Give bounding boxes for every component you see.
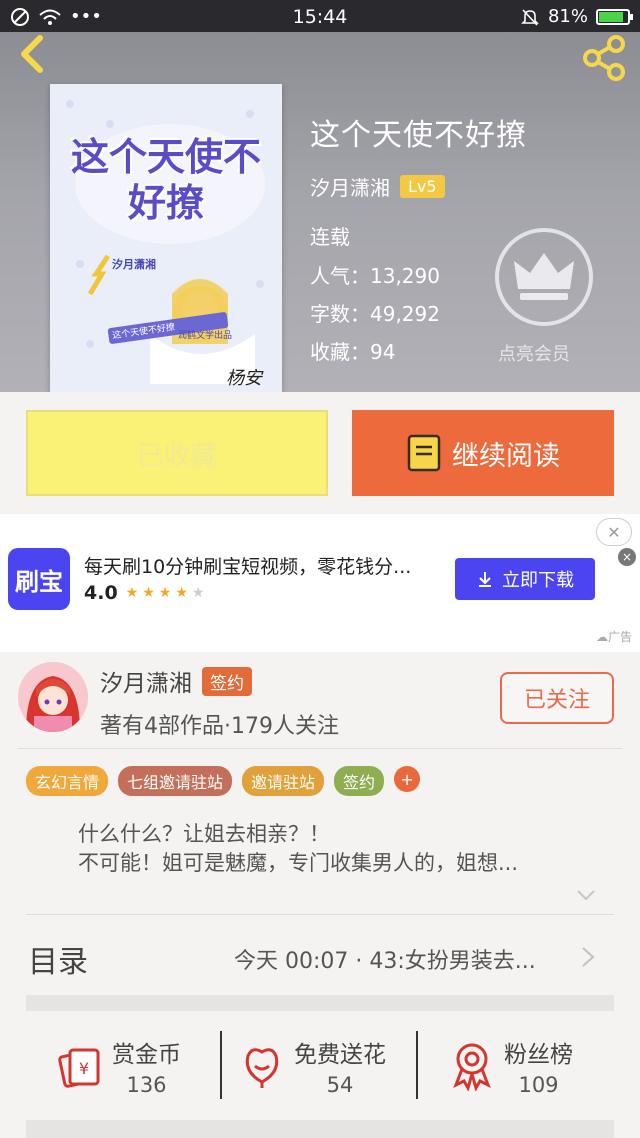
stats-row: ¥ 赏金币 136 免费送花 54 粉丝榜 109 [0,1011,640,1121]
level-badge: Lv5 [400,175,445,198]
back-icon[interactable] [14,34,54,74]
cover-publisher: 润鹤文学出品 [178,331,233,341]
svg-text:¥: ¥ [79,1059,89,1078]
cover-signature: 杨安 [226,368,262,389]
flower-icon [245,1048,279,1088]
stat-fans-label: 粉丝榜 [504,1042,573,1068]
ad-text[interactable]: 每天刷10分钟刷宝短视频，零花钱分... [84,552,444,579]
author-name-row: 汐月潇湘 签约 [100,664,252,698]
author-section: 汐月潇湘 签约 著有4部作品·179人关注 已关注 玄幻言情 七组邀请驻站 邀请… [0,652,640,912]
section-separator [26,1120,614,1138]
cover-author-tag: 汐月潇湘 [112,258,156,271]
tag-invite[interactable]: 邀请驻站 [242,766,325,796]
ad-dismiss-icon[interactable]: × [618,548,636,566]
coin-envelope-icon: ¥ [58,1048,100,1088]
divider [18,748,622,749]
avatar[interactable] [18,662,88,732]
stat-flowers-value: 54 [326,1073,354,1097]
book-title: 这个天使不好撩 [310,118,527,153]
popularity: 人气：13,290 [310,264,440,288]
toc-label: 目录 [28,945,88,980]
divider [416,1031,418,1099]
ad-banner[interactable]: ✕ 刷宝 每天刷10分钟刷宝短视频，零花钱分... 4.0 ★★★★★ 立即下载… [0,514,640,652]
author-name[interactable]: 汐月潇湘 [100,664,192,698]
close-icon: ✕ [607,522,621,542]
signed-badge: 签约 [202,666,252,696]
ad-rating: 4.0 ★★★★★ [84,582,208,604]
vip-label[interactable]: 点亮会员 [498,340,570,366]
divider [220,1031,222,1099]
mute-bell-icon [521,8,539,26]
author-works: 著有4部作品·179人关注 [100,714,339,739]
action-row: 已收藏 继续阅读 [0,392,640,514]
intro-line-1: 什么什么？让姐去相亲？！ [78,822,330,846]
crown-icon[interactable] [494,227,594,327]
favorited-button[interactable]: 已收藏 [26,410,328,496]
ad-download-button[interactable]: 立即下载 [455,558,595,600]
follow-button[interactable]: 已关注 [500,672,614,724]
tag-genre[interactable]: 玄幻言情 [26,766,109,796]
rating-stars: ★★★★★ [125,585,209,601]
ad-tag: ☁广告 [595,630,632,644]
book-intro[interactable]: 什么什么？让姐去相亲？！ 不可能！姐可是魅魔，专门收集男人的，姐想... [78,820,598,878]
stat-reward-label: 赏金币 [112,1042,181,1068]
intro-line-2: 不可能！姐可是魅魔，专门收集男人的，姐想... [78,851,519,875]
chevron-down-icon[interactable] [576,888,596,902]
continue-reading-label: 继续阅读 [452,440,560,472]
book-icon [407,434,441,472]
ad-download-label: 立即下载 [502,570,574,591]
book-cover[interactable]: 这个天使不好撩 汐月潇湘 这个天使不好撩 润鹤文学出品 杨安 [50,84,282,392]
battery-icon [596,8,633,25]
book-header: 这个天使不好撩 汐月潇湘 这个天使不好撩 润鹤文学出品 杨安 这个天使不好撩 汐… [0,32,640,392]
add-tag-icon[interactable]: + [394,766,421,792]
continue-reading-button[interactable]: 继续阅读 [352,410,614,496]
stat-fans-value: 109 [518,1073,559,1097]
ad-app-logo[interactable]: 刷宝 [8,548,70,610]
book-author[interactable]: 汐月潇湘 [310,172,390,201]
battery-percent: 81% [547,6,588,27]
download-icon [479,572,491,587]
stat-fans[interactable]: 粉丝榜 109 [450,1031,573,1101]
share-icon[interactable] [578,32,630,84]
ad-rating-value: 4.0 [84,582,118,604]
stat-reward-value: 136 [126,1073,167,1097]
tag-group-invite[interactable]: 七组邀请驻站 [118,766,233,796]
tag-signed[interactable]: 签约 [334,766,385,796]
status-bar: ••• 15:44 81% [0,0,640,32]
stat-flowers[interactable]: 免费送花 54 [240,1031,386,1101]
stat-reward[interactable]: ¥ 赏金币 136 [56,1031,181,1101]
word-count: 字数：49,292 [310,302,440,326]
section-separator [26,995,614,1011]
stat-flowers-label: 免费送花 [294,1042,386,1068]
latest-chapter[interactable]: 今天 00:07 · 43:女扮男装去... [234,943,574,975]
ad-close-button[interactable]: ✕ [596,518,632,546]
medal-icon [453,1043,491,1091]
tag-list: 玄幻言情 七组邀请驻站 邀请驻站 签约 + [26,766,421,796]
cover-title-art: 这个天使不好撩 [70,135,261,225]
toc-row[interactable]: 目录 今天 00:07 · 43:女扮男装去... [0,915,640,995]
favorites-count: 收藏：94 [310,340,396,364]
book-author-line: 汐月潇湘 Lv5 [310,172,445,201]
chevron-right-icon [582,947,595,967]
serial-status: 连载 [310,225,350,249]
